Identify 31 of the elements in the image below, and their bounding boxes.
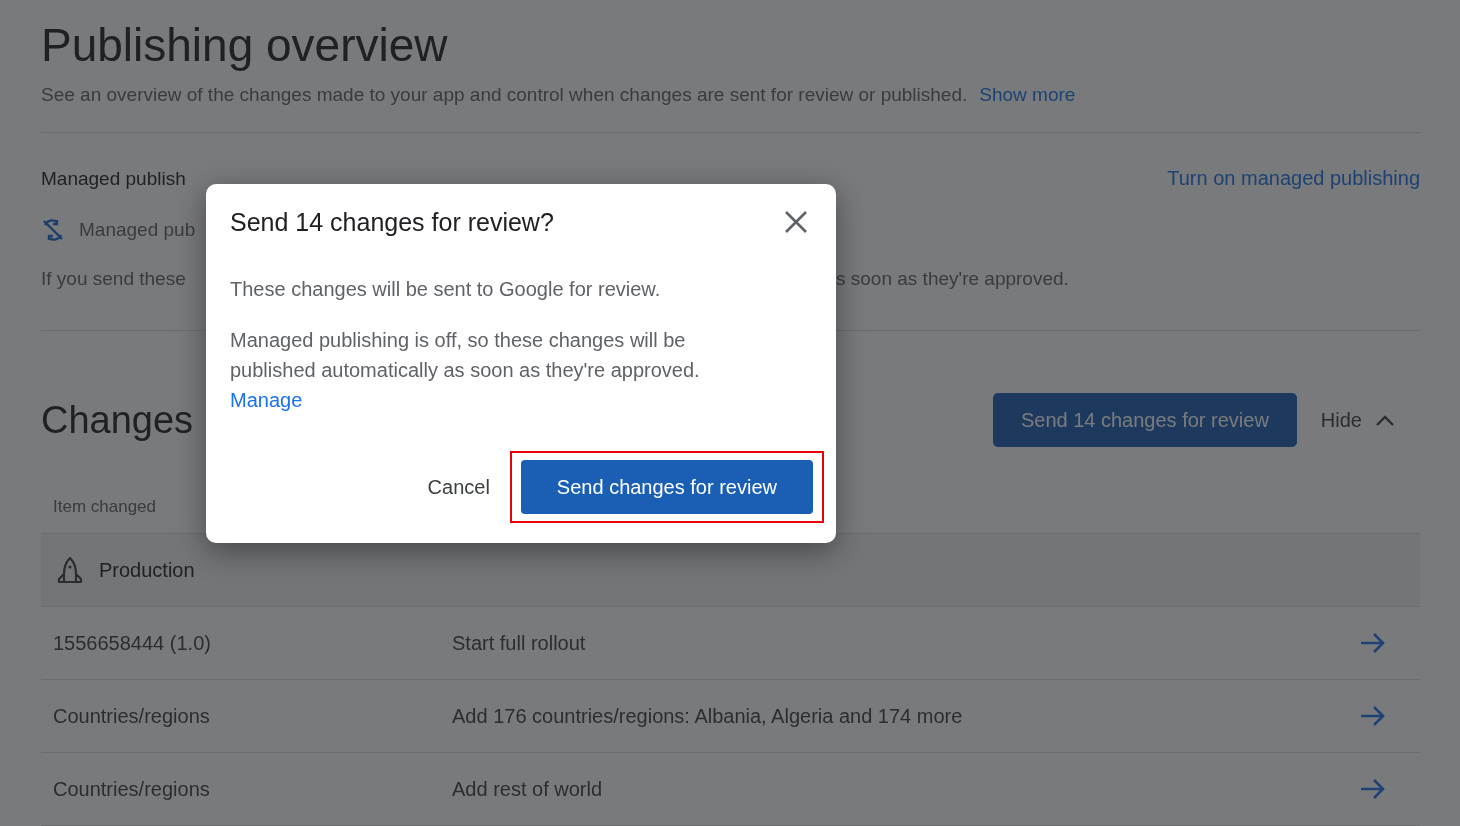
cancel-button[interactable]: Cancel [419, 467, 498, 507]
chevron-up-icon [1376, 414, 1394, 426]
hide-button[interactable]: Hide [1314, 407, 1400, 433]
table-cell-text: Countries/regions [53, 777, 211, 801]
rocket-icon [57, 556, 83, 584]
page-description: See an overview of the changes made to your app and control when changes are sent for review or published. [41, 84, 968, 106]
arrow-right-icon[interactable] [1360, 632, 1386, 654]
table-cell-text: 1556658444 (1.0) [53, 631, 212, 655]
status-text: Managed pub [79, 219, 196, 241]
table-cell-text: Start full rollout [452, 631, 587, 655]
table-cell-text: Countries/regions [53, 704, 211, 728]
turn-on-link[interactable]: Turn on managed publishing [1167, 167, 1420, 190]
confirm-button[interactable]: Send changes for review [520, 460, 813, 514]
table-cell-text: Add rest of world [452, 777, 604, 801]
section-heading: Managed publish [41, 167, 186, 190]
sync-disabled-icon [41, 218, 65, 242]
section-heading: Changes [41, 398, 194, 442]
note-text: If you send these [41, 268, 186, 290]
dialog-text: These changes will be sent to Google for review. [230, 278, 662, 301]
page-title: Publishing overview [41, 18, 449, 73]
column-header: Item changed [53, 497, 156, 516]
table-cell-text: Add 176 countries/regions: Albania, Algeria and 174 more [452, 704, 964, 728]
group-label: Production [99, 558, 195, 582]
dialog-title: Send 14 changes for review? [230, 207, 554, 237]
dialog-text: Managed publishing is off, so these changes will be published automatically as soon as they're approved. [230, 328, 701, 383]
send-for-review-button[interactable]: Send 14 changes for review [992, 393, 1297, 447]
arrow-right-icon[interactable] [1360, 705, 1386, 727]
arrow-right-icon[interactable] [1360, 778, 1386, 800]
show-more-link[interactable]: Show more [979, 84, 1076, 106]
note-text: s soon as they're approved. [836, 268, 1069, 290]
manage-link[interactable]: Manage [230, 385, 303, 415]
